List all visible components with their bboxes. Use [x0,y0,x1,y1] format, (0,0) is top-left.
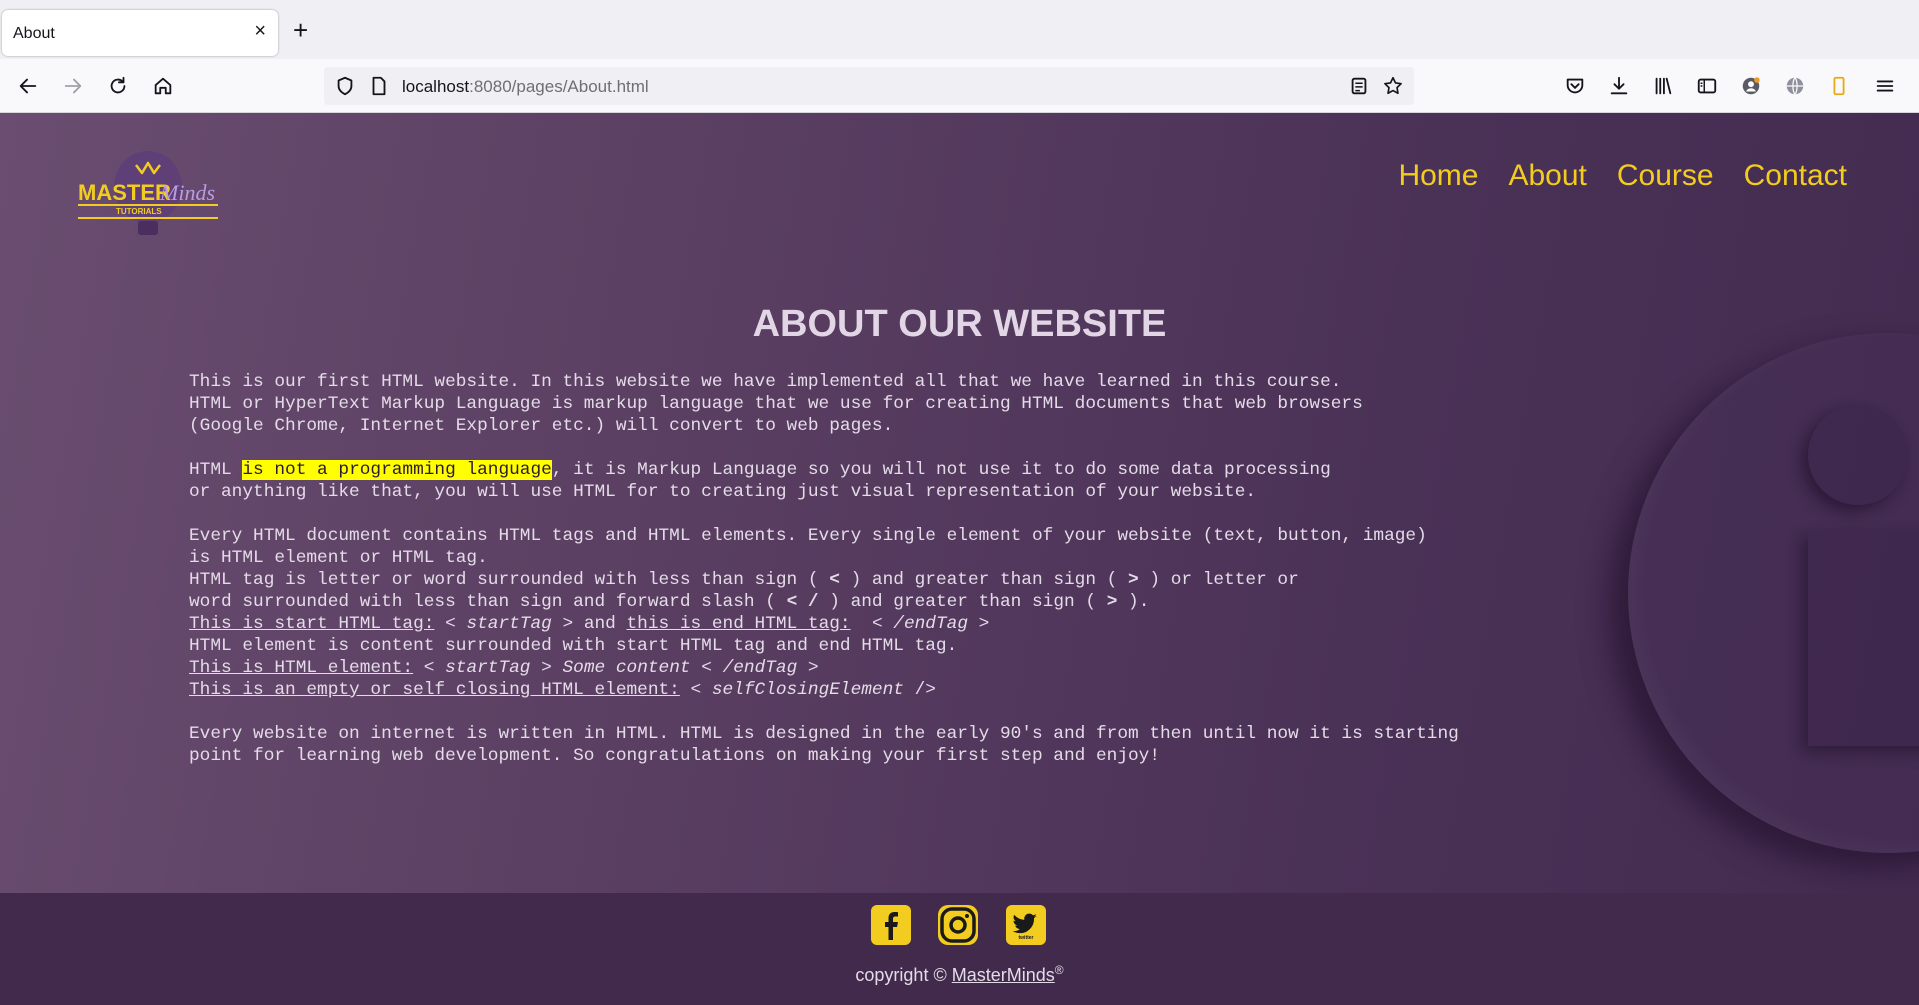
bookmark-star-icon[interactable] [1380,73,1406,99]
svg-text:Minds: Minds [159,180,215,205]
paragraph-tags: Every HTML document contains HTML tags a… [189,526,1427,700]
forward-arrow-icon[interactable] [60,73,86,99]
nav-home[interactable]: Home [1398,159,1478,193]
svg-text:TUTORIALS: TUTORIALS [116,207,162,216]
highlighted-text: is not a programming language [242,460,552,480]
copyright-text: copyright © MasterMinds® [855,963,1064,985]
page-body: MASTER Minds TUTORIALS Home About Course… [0,113,1919,1005]
new-tab-button[interactable]: + [293,17,308,43]
account-icon[interactable] [1738,73,1764,99]
about-content: This is our first HTML website. In this … [189,371,1589,789]
pocket-icon[interactable] [1562,73,1588,99]
page-title: ABOUT OUR WEBSITE [752,303,1167,345]
paragraph-conclusion: Every website on internet is written in … [189,724,1459,766]
info-decoration-bar [1808,531,1919,746]
twitter-icon[interactable]: twitter [1006,905,1046,945]
svg-text:MASTER: MASTER [78,180,171,205]
url-text[interactable]: localhost:8080/pages/About.html [402,77,649,97]
paragraph-not-programming: HTML is not a programming language, it i… [189,460,1331,502]
url-bar[interactable]: localhost:8080/pages/About.html [324,67,1414,105]
library-icon[interactable] [1650,73,1676,99]
nav-course[interactable]: Course [1617,159,1714,193]
browser-tab[interactable]: About × [2,10,278,56]
svg-text:twitter: twitter [1019,935,1034,941]
site-footer: twitter copyright © MasterMinds® [0,893,1919,1005]
globe-icon[interactable] [1782,73,1808,99]
menu-icon[interactable] [1872,73,1898,99]
browser-toolbar: localhost:8080/pages/About.html [0,59,1919,113]
mastermind-logo[interactable]: MASTER Minds TUTORIALS [76,143,220,241]
sidebar-icon[interactable] [1694,73,1720,99]
facebook-icon[interactable] [871,905,911,945]
home-icon[interactable] [150,73,176,99]
shield-icon[interactable] [332,73,358,99]
reload-icon[interactable] [105,73,131,99]
instagram-icon[interactable] [938,905,978,945]
browser-tab-bar: About × + [0,0,1919,59]
mobile-device-icon[interactable] [1826,73,1852,99]
page-icon [366,73,392,99]
tab-title: About [13,25,55,42]
paragraph-intro: This is our first HTML website. In this … [189,372,1363,436]
back-arrow-icon[interactable] [15,73,41,99]
nav-contact[interactable]: Contact [1744,159,1847,193]
reader-view-icon[interactable] [1346,73,1372,99]
mastermind-link[interactable]: MasterMinds [952,965,1055,985]
nav-about[interactable]: About [1508,159,1586,193]
tab-close-icon[interactable]: × [254,21,266,41]
info-decoration-dot [1808,405,1908,505]
download-icon[interactable] [1606,73,1632,99]
main-nav: Home About Course Contact [1398,159,1847,193]
